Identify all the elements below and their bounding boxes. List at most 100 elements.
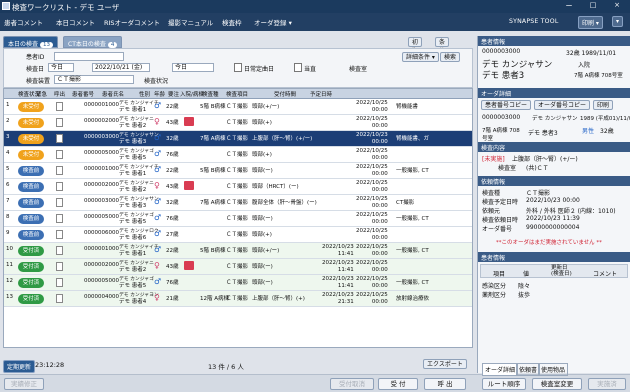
document-icon[interactable] bbox=[56, 182, 63, 191]
menu-patient-comment[interactable]: 患者コメント bbox=[4, 17, 43, 27]
synapse-tool-button[interactable]: SYNAPSE TOOL bbox=[509, 18, 558, 25]
table-row[interactable]: 4 未受付 0000005000 デモ カンジャゴ デモ 患者5 ♂ 76歳 ＣＴ撮影 頭部(+… bbox=[4, 147, 472, 163]
search-button[interactable]: 検索 bbox=[440, 52, 461, 62]
document-icon[interactable] bbox=[56, 278, 63, 287]
vital-col-item: 項目 bbox=[493, 271, 506, 278]
tab-ct-today[interactable]: CT本日の検査 4 bbox=[63, 36, 123, 48]
scheduled-date: 2022/10/25 00:00 bbox=[356, 276, 388, 289]
col-header-2[interactable]: 呼出 bbox=[54, 90, 65, 98]
patient-age: 76歳 bbox=[166, 280, 179, 286]
patient-id-label: 患者ID bbox=[26, 54, 45, 61]
inpatient-label: 当直 bbox=[304, 66, 317, 73]
document-icon[interactable] bbox=[56, 102, 63, 111]
exam-done-button[interactable]: 実施済 bbox=[588, 378, 626, 390]
table-row[interactable]: 8 検査前 0000005000 デモ カンジャゴ デモ 患者5 ♂ 76歳 ＣＴ撮影 頭部(ー… bbox=[4, 211, 472, 227]
tab-today[interactable]: 本日の検査 13 bbox=[3, 36, 59, 48]
menu-ris-order-comment[interactable]: RISオーダコメント bbox=[104, 17, 160, 27]
tab-order-detail[interactable]: オーダ詳細 bbox=[482, 363, 519, 376]
document-icon[interactable] bbox=[56, 150, 63, 159]
table-row[interactable]: 3 未受付 0000003000 デモ カンジャサン デモ 患者3 ♂ 32歳 7階 A病棟 Ｃ… bbox=[4, 131, 472, 147]
table-row[interactable]: 7 検査前 0000003000 デモ カンジャサン デモ 患者3 ♂ 32歳 7階 A病棟 Ｃ… bbox=[4, 195, 472, 211]
call-button[interactable]: 呼 出 bbox=[424, 378, 466, 390]
scheduled-date: 2022/10/25 00:00 bbox=[356, 260, 388, 273]
modality-select[interactable]: ＣＴ撮影 bbox=[54, 75, 134, 84]
male-icon: ♂ bbox=[154, 133, 162, 142]
male-icon: ♂ bbox=[154, 229, 162, 238]
condition-list-button[interactable]: 条件リスト選択 bbox=[435, 37, 450, 100]
alert-flag-icon[interactable] bbox=[184, 261, 194, 270]
copy-patient-id-button[interactable]: 患者番号コピー bbox=[481, 100, 532, 110]
table-row[interactable]: 6 検査前 0000002000 デモ カンジャニ デモ 患者2 ♀ 43歳 ＣＴ撮影 頭部（H… bbox=[4, 179, 472, 195]
scheduled-date: 2022/10/25 00:00 bbox=[356, 148, 388, 161]
male-icon: ♂ bbox=[154, 197, 162, 206]
alert-flag-icon[interactable] bbox=[184, 181, 194, 190]
status-badge: 受付済 bbox=[18, 262, 44, 272]
export-button[interactable]: エクスポート bbox=[423, 359, 467, 369]
date-to-input[interactable]: 今日 bbox=[172, 63, 214, 72]
detail-conditions-button[interactable]: 詳細条件 ▾ bbox=[402, 52, 439, 62]
same-day-checkbox[interactable] bbox=[234, 63, 242, 72]
document-icon[interactable] bbox=[56, 246, 63, 255]
table-row[interactable]: 10 受付済 0000001000 デモ カンジャイチ デモ 患者1 ♂ 22歳 5階 B病棟… bbox=[4, 243, 472, 259]
document-icon[interactable] bbox=[56, 214, 63, 223]
accept-button[interactable]: 受 付 bbox=[378, 378, 418, 390]
col-header-10[interactable]: 検査項目 bbox=[226, 90, 248, 98]
result-fix-button[interactable]: 実績修正 bbox=[4, 378, 44, 390]
init-button[interactable]: 初期化 bbox=[408, 37, 423, 64]
tab-used-items[interactable]: 使用物品 bbox=[538, 363, 569, 376]
document-icon[interactable] bbox=[56, 262, 63, 271]
alert-flag-icon[interactable] bbox=[184, 117, 194, 126]
document-icon[interactable] bbox=[56, 230, 63, 239]
exam-kind: ＣＴ撮影 bbox=[226, 104, 249, 110]
document-icon[interactable] bbox=[56, 198, 63, 207]
more-menu-button[interactable]: ▾ bbox=[612, 16, 624, 27]
col-header-3[interactable]: 患者番号 bbox=[72, 90, 94, 98]
patient-name: デモ 患者3 bbox=[482, 71, 525, 81]
table-row[interactable]: 9 検査前 0000006000 デモ カンジャロク デモ 患者6 ♂ 27歳 ＣＴ撮影 頭部(… bbox=[4, 227, 472, 243]
maximize-button[interactable]: □ bbox=[584, 1, 602, 9]
minimize-button[interactable]: ー bbox=[560, 1, 578, 11]
col-header-9[interactable]: 検査種 bbox=[202, 90, 219, 98]
menu-order-register[interactable]: オーダ登録 ▾ bbox=[254, 17, 292, 27]
date-type-select[interactable]: 今日 bbox=[48, 63, 74, 72]
exam-item: 上腹部（肝〜腎）(+) bbox=[252, 296, 305, 302]
menu-today-comment[interactable]: 本日コメント bbox=[56, 17, 95, 27]
table-row[interactable]: 13 受付済 0000004000 デモ カンジャヨン デモ 患者4 ♀ 21歳 12階 A病… bbox=[4, 291, 472, 307]
info-label: 依頼元 bbox=[482, 208, 501, 215]
copy-order-id-button[interactable]: オーダ番号コピー bbox=[534, 100, 591, 110]
auto-refresh-label[interactable]: 定期更新 bbox=[3, 360, 36, 373]
col-header-1[interactable]: 緊急 bbox=[36, 90, 47, 98]
menu-exam-slot[interactable]: 検査枠 bbox=[222, 17, 242, 27]
col-header-7[interactable]: 要注 bbox=[168, 90, 179, 98]
menu-manual[interactable]: 撮影マニュアル bbox=[168, 17, 213, 27]
tab-request-form[interactable]: 依頼書 bbox=[516, 363, 541, 376]
print-menu-button[interactable]: 印刷 ▾ bbox=[578, 16, 603, 29]
patient-id-input[interactable] bbox=[54, 52, 124, 61]
document-icon[interactable] bbox=[56, 294, 63, 303]
col-header-5[interactable]: 性別 bbox=[139, 90, 150, 98]
change-room-button[interactable]: 検査室変更 bbox=[532, 378, 582, 390]
document-icon[interactable] bbox=[56, 118, 63, 127]
table-row[interactable]: 1 未受付 0000001000 デモ カンジャイチ デモ 患者1 ♂ 22歳 5階 B病棟 Ｃ… bbox=[4, 99, 472, 115]
col-header-11[interactable]: 受付時間 bbox=[274, 90, 296, 98]
col-header-12[interactable]: 予定日時 bbox=[310, 90, 332, 98]
exam-kind: ＣＴ撮影 bbox=[226, 200, 249, 206]
document-icon[interactable] bbox=[56, 134, 63, 143]
route-order-button[interactable]: ルート順序 bbox=[482, 378, 526, 390]
close-button[interactable]: × bbox=[608, 1, 626, 9]
date-from-input[interactable]: 2022/10/21 (金) bbox=[92, 63, 150, 72]
inpatient-checkbox[interactable] bbox=[294, 63, 302, 72]
table-row[interactable]: 5 検査前 0000001000 デモ カンジャイチ デモ 患者1 ♂ 22歳 5階 B病棟 Ｃ… bbox=[4, 163, 472, 179]
document-icon[interactable] bbox=[56, 166, 63, 175]
side-print-button[interactable]: 印刷 bbox=[593, 100, 614, 110]
col-header-8[interactable]: 入院/病棟 bbox=[180, 90, 204, 98]
table-row[interactable]: 2 未受付 0000002000 デモ カンジャニ デモ 患者2 ♀ 43歳 ＣＴ撮影 頭部(+… bbox=[4, 115, 472, 131]
exam-kind: ＣＴ撮影 bbox=[226, 248, 249, 254]
col-header-4[interactable]: 患者氏名 bbox=[102, 90, 124, 98]
cancel-reception-button[interactable]: 受付取消 bbox=[330, 378, 374, 390]
female-icon: ♀ bbox=[154, 261, 160, 270]
col-header-6[interactable]: 年齢 bbox=[154, 90, 165, 98]
table-row[interactable]: 12 受付済 0000005000 デモ カンジャゴ デモ 患者5 ♂ 76歳 ＣＴ撮影 頭部(… bbox=[4, 275, 472, 291]
table-row[interactable]: 11 受付済 0000002000 デモ カンジャニ デモ 患者2 ♀ 43歳 ＣＴ撮影 頭部(… bbox=[4, 259, 472, 275]
patient-age: 22歳 bbox=[166, 248, 179, 254]
